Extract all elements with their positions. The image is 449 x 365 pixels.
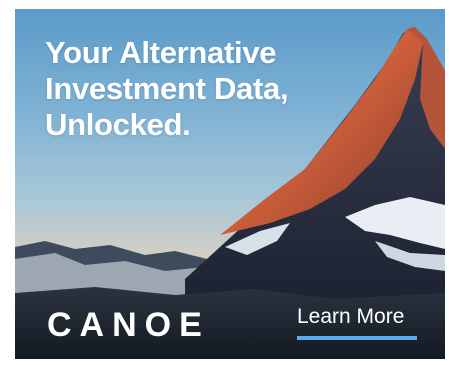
- learn-more-underline: [297, 336, 417, 340]
- headline-line-2: Investment Data,: [45, 71, 289, 106]
- banner-ad[interactable]: Your Alternative Investment Data, Unlock…: [15, 9, 445, 359]
- headline: Your Alternative Investment Data, Unlock…: [45, 35, 345, 143]
- learn-more-button[interactable]: Learn More: [297, 303, 417, 331]
- headline-line-1: Your Alternative: [45, 35, 277, 70]
- canoe-logo: CANOE: [47, 306, 210, 344]
- headline-line-3: Unlocked.: [45, 107, 191, 142]
